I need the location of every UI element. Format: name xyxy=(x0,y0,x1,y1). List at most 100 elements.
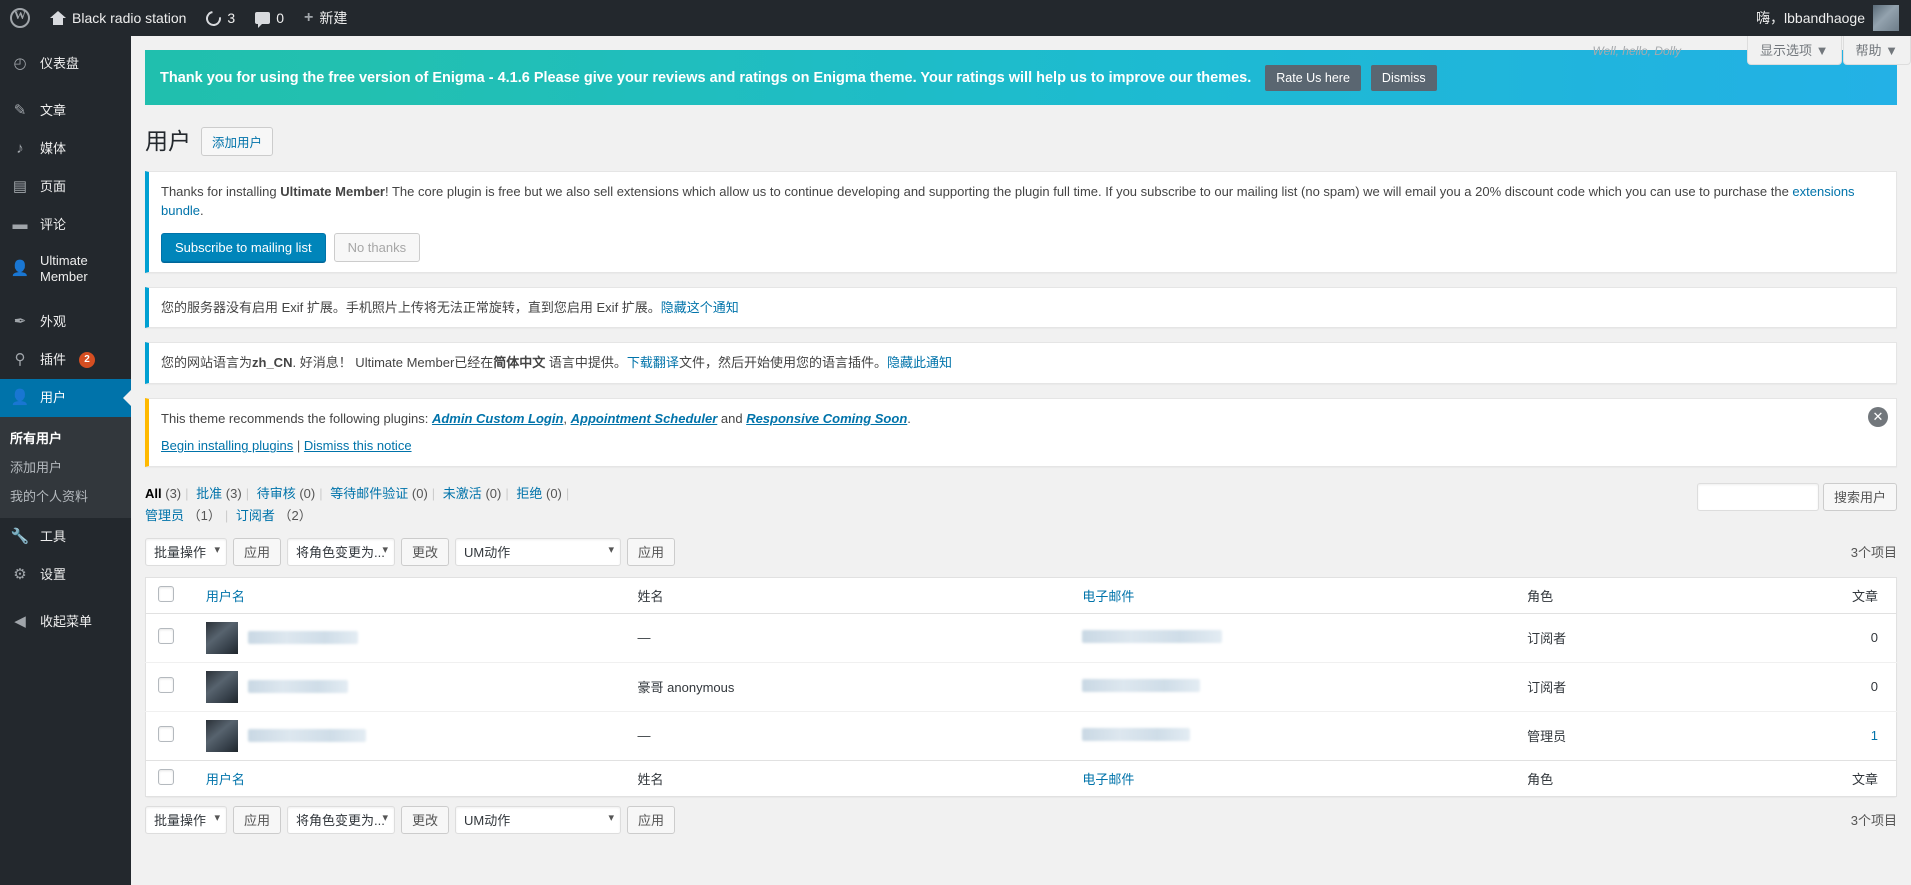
posts-count-link[interactable]: 1 xyxy=(1871,728,1878,743)
select-all-checkbox-top[interactable] xyxy=(158,585,174,602)
lang-text-1: 您的网站语言为 xyxy=(161,355,253,371)
username-redacted[interactable] xyxy=(247,631,358,645)
hide-language-notice-link[interactable]: 隐藏此通知 xyxy=(887,355,952,370)
row-checkbox[interactable] xyxy=(158,726,174,743)
users-submenu: 所有用户 添加用户 我的个人资料 xyxy=(0,417,131,518)
help-tab[interactable]: 帮助 ▼ xyxy=(1842,36,1911,65)
filter-role-subscriber[interactable]: 订阅者 xyxy=(236,508,275,523)
column-footer-username[interactable]: 用户名 xyxy=(195,759,628,797)
wp-logo-menu[interactable] xyxy=(0,0,40,36)
sidebar-item-dashboard[interactable]: ◴ 仪表盘 xyxy=(0,45,131,83)
submenu-item-my-profile[interactable]: 我的个人资料 xyxy=(0,481,131,510)
column-footer-email[interactable]: 电子邮件 xyxy=(1072,759,1518,797)
filter-inactive-count: (0) xyxy=(485,485,502,501)
search-box: 搜索用户 xyxy=(1696,482,1897,511)
column-header-username[interactable]: 用户名 xyxy=(195,577,628,614)
begin-installing-plugins-link[interactable]: Begin installing plugins xyxy=(161,438,293,453)
media-icon: ♪ xyxy=(16,140,24,157)
select-all-header xyxy=(145,577,196,614)
site-name-menu[interactable]: Black radio station xyxy=(40,0,196,36)
search-users-button[interactable]: 搜索用户 xyxy=(1822,482,1897,511)
email-redacted[interactable] xyxy=(1082,727,1191,741)
sidebar-item-comments[interactable]: ▬ 评论 xyxy=(0,206,131,244)
filter-pending-review[interactable]: 待审核 xyxy=(257,486,296,501)
no-thanks-button[interactable]: No thanks xyxy=(333,232,421,262)
rate-us-button[interactable]: Rate Us here xyxy=(1265,64,1361,91)
comments-menu[interactable]: 0 xyxy=(245,0,294,36)
submenu-item-add-user[interactable]: 添加用户 xyxy=(0,452,131,481)
cell-email xyxy=(1072,613,1517,662)
download-translation-link[interactable]: 下载翻译 xyxy=(627,355,679,370)
table-header-row: 用户名 姓名 电子邮件 角色 文章 xyxy=(145,577,1897,614)
change-role-button-top[interactable]: 更改 xyxy=(401,537,450,566)
um-text-2: ! The core plugin is free but we also se… xyxy=(384,183,1793,199)
filter-all[interactable]: All xyxy=(145,486,162,501)
sidebar-item-settings[interactable]: ⚙ 设置 xyxy=(0,556,131,594)
submenu-item-all-users[interactable]: 所有用户 xyxy=(0,423,131,452)
bulk-apply-button-top[interactable]: 应用 xyxy=(233,537,282,566)
change-role-select-top[interactable]: 将角色变更为... xyxy=(287,537,396,566)
filter-inactive[interactable]: 未激活 xyxy=(443,486,482,501)
um-action-select-top[interactable]: UM动作 xyxy=(455,537,622,566)
um-apply-button-top[interactable]: 应用 xyxy=(627,537,676,566)
sidebar-item-media[interactable]: ♪ 媒体 xyxy=(0,130,131,168)
plugin-link-admin-custom-login[interactable]: Admin Custom Login xyxy=(432,411,563,426)
email-redacted[interactable] xyxy=(1082,678,1201,692)
sidebar-item-label: 插件 xyxy=(40,352,67,367)
sidebar-item-users[interactable]: 👤 用户 xyxy=(0,379,131,417)
filter-awaiting-email-confirmation[interactable]: 等待邮件验证 xyxy=(330,486,408,501)
sidebar-item-collapse-menu[interactable]: ◀ 收起菜单 xyxy=(0,603,131,641)
email-redacted[interactable] xyxy=(1082,629,1223,643)
close-icon[interactable]: ✕ xyxy=(1868,406,1888,427)
add-user-button[interactable]: 添加用户 xyxy=(201,127,274,157)
um-notice-buttons: Subscribe to mailing list No thanks xyxy=(161,232,1884,262)
filter-role-administrator-count: （1） xyxy=(187,507,221,523)
sidebar-item-pages[interactable]: ▤ 页面 xyxy=(0,168,131,206)
cell-username xyxy=(195,661,628,712)
plugin-link-responsive-coming-soon[interactable]: Responsive Coming Soon xyxy=(746,411,907,426)
bulk-actions-select-top[interactable]: 批量操作 xyxy=(145,537,227,566)
menu-separator-1 xyxy=(0,83,131,92)
updates-menu[interactable]: 3 xyxy=(196,0,245,36)
dismiss-this-notice-link[interactable]: Dismiss this notice xyxy=(304,438,412,453)
search-input[interactable] xyxy=(1696,482,1819,511)
sidebar-item-posts[interactable]: ✎ 文章 xyxy=(0,92,131,130)
username-redacted[interactable] xyxy=(247,729,366,743)
sidebar-item-tools[interactable]: 🔧 工具 xyxy=(0,518,131,556)
sidebar-item-ultimate-member[interactable]: 👤 Ultimate Member xyxy=(0,244,131,294)
column-header-email[interactable]: 电子邮件 xyxy=(1072,577,1518,614)
um-strong: Ultimate Member xyxy=(280,183,385,199)
row-checkbox[interactable] xyxy=(158,677,174,694)
change-role-button-bottom[interactable]: 更改 xyxy=(401,805,450,834)
change-role-select-bottom[interactable]: 将角色变更为... xyxy=(287,805,396,834)
bulk-actions-select-bottom[interactable]: 批量操作 xyxy=(145,805,227,834)
sidebar-item-label: 工具 xyxy=(40,529,67,544)
filter-approved-count: (3) xyxy=(225,485,242,501)
screen-options-tab[interactable]: 显示选项 ▼ xyxy=(1747,36,1842,65)
dismiss-banner-button[interactable]: Dismiss xyxy=(1370,64,1437,91)
new-content-label: 新建 xyxy=(319,10,348,26)
username-redacted[interactable] xyxy=(247,680,348,694)
row-checkbox[interactable] xyxy=(158,628,174,645)
my-account-menu[interactable]: 嗨，lbbandhaoge xyxy=(1744,0,1911,36)
new-content-menu[interactable]: + 新建 xyxy=(294,0,357,36)
filter-rejected[interactable]: 拒绝 xyxy=(516,486,542,501)
bulk-apply-button-bottom[interactable]: 应用 xyxy=(233,805,282,834)
filter-approved[interactable]: 批准 xyxy=(196,486,222,501)
subscribe-mailing-list-button[interactable]: Subscribe to mailing list xyxy=(161,232,326,262)
sidebar-item-label: 仪表盘 xyxy=(40,56,80,71)
user-identity xyxy=(205,621,618,654)
table-row: — 订阅者 0 xyxy=(146,613,1897,662)
tools-icon: 🔧 xyxy=(10,528,30,545)
um-apply-button-bottom[interactable]: 应用 xyxy=(627,805,676,834)
um-action-select-bottom[interactable]: UM动作 xyxy=(455,805,622,834)
sidebar-item-appearance[interactable]: ✒ 外观 xyxy=(0,303,131,341)
cell-fullname: — xyxy=(637,630,651,646)
hide-exif-notice-link[interactable]: 隐藏这个通知 xyxy=(661,300,739,315)
filter-role-administrator[interactable]: 管理员 xyxy=(145,508,184,523)
table-row: 豪哥 anonymous 订阅者 0 xyxy=(145,661,1897,712)
plugin-link-appointment-scheduler[interactable]: Appointment Scheduler xyxy=(571,411,718,426)
tgm-notice-actions: Begin installing plugins | Dismiss this … xyxy=(161,436,1884,456)
sidebar-item-plugins[interactable]: ⚲ 插件 2 xyxy=(0,341,131,379)
select-all-checkbox-bottom[interactable] xyxy=(158,768,174,785)
